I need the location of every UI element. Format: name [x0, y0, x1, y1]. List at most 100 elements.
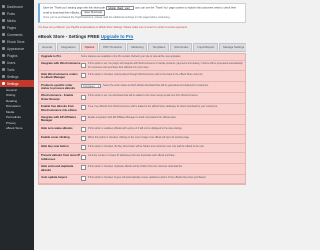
setting-description: When this option is checked, clicking on…: [88, 136, 190, 140]
admin-sidebar: Dashboard Posts Media Pages Comments Ebook St…: [0, 0, 34, 250]
settings-icon: [2, 75, 5, 78]
setting-description: If this option is checked, buyers will a…: [88, 176, 207, 180]
setting-field: If set, free eBooks from WooCommerce wil…: [81, 105, 243, 111]
setting-field: If this option is checked, orders placed…: [81, 73, 243, 78]
setting-checkbox[interactable]: [81, 62, 86, 68]
sidebar-item-label: Media: [7, 18, 16, 23]
setting-description: Select the order status at which eBook d…: [103, 83, 209, 87]
settings-row: Hide WooCommerce orders in eBook Manager…: [39, 71, 245, 83]
sidebar-item-dashboard[interactable]: Dashboard: [0, 3, 34, 10]
setting-field: Enable integration with EP Affiliates Ma…: [81, 116, 243, 122]
setting-description: If this option is checked, orders placed…: [88, 72, 204, 76]
setting-checkbox[interactable]: [81, 176, 86, 182]
settings-row: Enable cover clicking When this option is…: [39, 135, 245, 144]
sidebar-item-label: Reading: [6, 98, 18, 103]
setting-description: If set, free eBooks from WooCommerce wil…: [88, 105, 218, 109]
upgrade-link[interactable]: Upgrade to Pro: [101, 34, 134, 39]
setting-label: Hide WooCommerce orders in eBook Manager: [41, 71, 78, 80]
setting-checkbox[interactable]: [81, 105, 86, 111]
setting-label: Upgrade to Pro: [41, 54, 62, 58]
tab-shortcodes[interactable]: Shortcodes: [170, 42, 193, 51]
brush-icon: [2, 47, 5, 50]
setting-checkbox[interactable]: [81, 94, 86, 100]
setting-field: If this option is checked, the Buy Now b…: [81, 145, 243, 151]
setting-label: Products-specific order status to proces…: [41, 82, 76, 91]
sidebar-item-users[interactable]: Users: [0, 59, 34, 66]
setting-field: If this option is checked, duplicate eBo…: [81, 165, 243, 171]
setting-field: When this option is checked, clicking on…: [81, 136, 243, 142]
tab-pdf-protection[interactable]: PDF Protection: [99, 42, 127, 51]
sidebar-item-settings[interactable]: Settings: [0, 73, 34, 80]
sidebar-item-label: Privacy: [6, 120, 16, 125]
comment-icon: [2, 33, 5, 36]
page-title: eBook Store - Settings FREE Upgrade to P…: [38, 34, 246, 39]
sidebar-item-label: Discussion: [6, 104, 21, 109]
setting-field: If this option is set, the download link…: [81, 94, 243, 100]
tab-options[interactable]: Options: [80, 42, 99, 51]
sidebar-item-media[interactable]: Media: [0, 17, 34, 24]
setting-description: If this option is checked, the Buy Now b…: [88, 145, 205, 149]
setting-checkbox[interactable]: [81, 145, 86, 151]
settings-row: Hide extra and duplicate eBooks If this o…: [39, 164, 245, 175]
setting-checkbox[interactable]: [81, 127, 86, 133]
sidebar-item-tools[interactable]: Tools: [0, 66, 34, 73]
setting-checkbox[interactable]: [81, 154, 86, 160]
sidebar-item-label: Permalinks: [6, 115, 21, 120]
users-icon: [2, 61, 5, 64]
sidebar-item-label: Plugins: [7, 53, 18, 58]
setting-label: Enable free eBooks from WooCommerce into…: [41, 104, 77, 112]
order-status-select[interactable]: Completed ▾: [81, 83, 101, 88]
page-icon: [2, 26, 5, 29]
setting-field: If this option is enabled, eBooks with a…: [81, 126, 243, 133]
shortcode-input[interactable]: [106, 6, 135, 10]
page-title-text: eBook Store - Settings FREE: [38, 33, 100, 39]
paypal-warning: You have not yet filled in your PayPal e…: [38, 25, 188, 29]
sidebar-item-label: Ebook Store: [7, 39, 25, 44]
sidebar-item-ebook-store[interactable]: Ebook Store: [0, 38, 34, 45]
sidebar-item-label: Writing: [6, 93, 16, 98]
setting-label: Integrate with EP Affiliates Manager: [41, 115, 77, 123]
setting-label: Enable cover clicking: [41, 135, 70, 140]
settings-row: WooCommerce - Enable Order Receipt If thi…: [39, 93, 245, 104]
sidebar-item-appearance[interactable]: Appearance: [0, 45, 34, 52]
setting-field: Some features are available in the Pro v…: [81, 55, 243, 58]
sidebar-item-posts[interactable]: Posts: [0, 10, 34, 17]
setting-description: Limit the number of unique IP addresses …: [88, 154, 176, 158]
notice-line2: Once you've purchased the PayPal account…: [43, 16, 171, 20]
submenu-item-ebook-store[interactable]: eBook Store: [0, 126, 34, 132]
setting-checkbox[interactable]: [81, 165, 86, 171]
tab-integrations[interactable]: Integrations: [56, 42, 80, 51]
sidebar-item-label: Comments: [7, 32, 23, 37]
sidebar-item-plugins[interactable]: Plugins: [0, 52, 34, 59]
setting-description: If this option is set, the plugin will i…: [88, 62, 243, 69]
setting-checkbox[interactable]: [81, 136, 86, 142]
settings-row: Hide zero-value eBooks If this option is …: [39, 125, 245, 135]
sidebar-item-label: Settings: [7, 81, 19, 86]
plugin-icon: [2, 54, 5, 57]
sidebar-item-label: Appearance: [7, 46, 25, 51]
tab-templates[interactable]: Templates: [148, 42, 170, 51]
sidebar-item-active[interactable]: Settings: [0, 80, 34, 87]
sidebar-item-label: Posts: [7, 11, 15, 16]
setting-checkbox[interactable]: [81, 116, 86, 122]
setting-description: Some features are available in the Pro v…: [81, 55, 181, 58]
main-content: Save the 'Thank you' landing page with t…: [38, 3, 246, 185]
settings-row: Auto update buyers If this option is chec…: [39, 175, 245, 184]
tab-general[interactable]: General: [38, 42, 56, 51]
wrench-icon: [2, 68, 5, 71]
setting-label: Auto update buyers: [41, 175, 68, 180]
settings-icon: [2, 82, 5, 85]
setting-description: If this option is enabled, eBooks with a…: [88, 126, 183, 130]
setting-label: WooCommerce - Enable Order Receipt: [41, 93, 74, 101]
tab-manage-settings[interactable]: Manage Settings: [219, 42, 246, 51]
settings-row: Enable free eBooks from WooCommerce into…: [39, 104, 245, 115]
settings-tabs: General Integrations Options PDF Protection…: [38, 42, 246, 52]
tab-marketing[interactable]: Marketing: [127, 42, 148, 51]
sidebar-item-label: General: [6, 87, 17, 92]
tab-import-export[interactable]: Import/Export: [193, 42, 219, 51]
sidebar-item-pages[interactable]: Pages: [0, 24, 34, 31]
pin-icon: [2, 12, 5, 15]
sidebar-item-comments[interactable]: Comments: [0, 31, 34, 38]
settings-row: Hide buy now button If this option is che…: [39, 144, 245, 153]
setting-checkbox[interactable]: [81, 73, 86, 78]
